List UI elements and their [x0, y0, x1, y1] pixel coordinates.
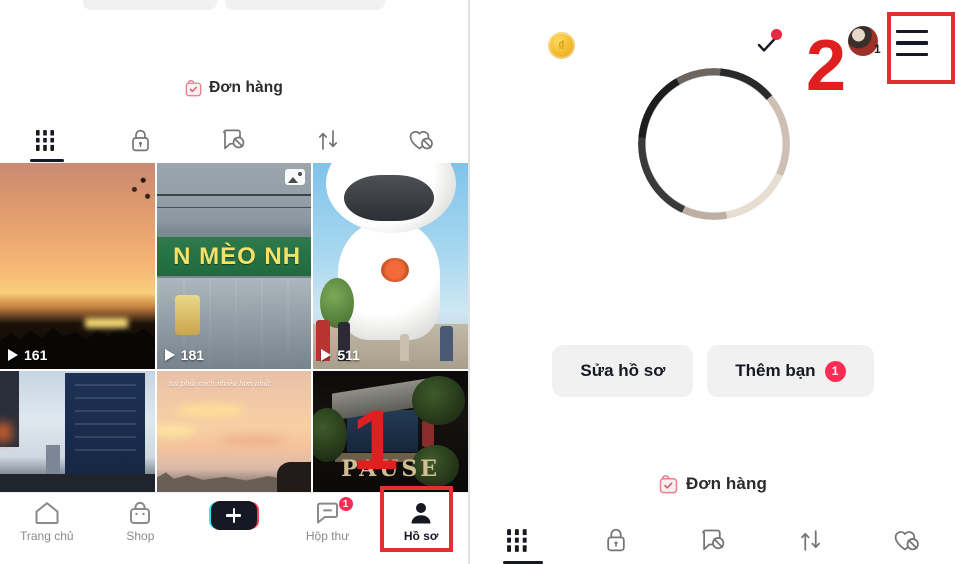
tagged-hidden-icon	[223, 129, 245, 150]
sidebar-item-liked-tab-right[interactable]	[859, 529, 956, 552]
grid-item-video-5[interactable]: tại phải cách nhiều hơn nhất	[156, 371, 312, 494]
annotation-box-2	[887, 12, 955, 84]
person-figure	[440, 325, 453, 361]
lock-icon	[132, 129, 149, 151]
nav-shop-label: Shop	[126, 529, 155, 543]
profile-action-buttons: Sửa hồ sơ Thêm bạn 1	[470, 345, 956, 397]
annotation-step-2: 2	[806, 26, 847, 106]
dark-corner	[277, 462, 312, 494]
gold-coin-icon[interactable]: ₫	[548, 32, 575, 59]
annotation-step-1: 1	[352, 393, 399, 487]
order-link-left[interactable]: Đơn hàng	[0, 78, 468, 97]
inbox-badge: 1	[337, 496, 354, 512]
play-icon	[321, 349, 332, 361]
add-friend-label: Thêm bạn	[735, 361, 816, 380]
sidebar-item-private-tab-right[interactable]	[567, 528, 664, 552]
cloud-decor	[218, 434, 287, 447]
sidebar-item-grid-tab[interactable]	[0, 118, 94, 162]
content-tabs-left	[0, 118, 468, 162]
grid-item-video-2[interactable]: N MÈO NH 181	[156, 163, 312, 369]
play-count: 181	[180, 347, 205, 363]
shopping-bag-check-icon	[185, 80, 202, 97]
edit-profile-label: Sửa hồ sơ	[580, 361, 666, 380]
thumbnail-art	[0, 163, 155, 369]
profile-avatar-ring[interactable]	[638, 68, 790, 220]
active-tab-underline	[30, 159, 64, 162]
repost-arrows-icon	[318, 130, 337, 150]
person-figure	[399, 334, 410, 361]
add-friend-button[interactable]: Thêm bạn 1	[707, 345, 874, 397]
checkmark-status[interactable]	[754, 29, 782, 58]
overlay-caption: tại phải cách nhiều hơn nhất	[169, 380, 271, 389]
play-count: 161	[24, 347, 48, 363]
shop-sign-text: N MÈO NH	[173, 242, 302, 270]
bag-icon	[130, 501, 151, 524]
shopping-bag-check-icon	[659, 475, 678, 494]
edit-profile-button[interactable]: Sửa hồ sơ	[552, 345, 694, 397]
repost-arrows-icon	[800, 529, 820, 551]
grid-item-video-1[interactable]: 161	[0, 163, 155, 369]
thumbnail-art: tại phải cách nhiều hơn nhất	[156, 371, 312, 494]
play-count-badge: 161	[8, 347, 47, 363]
mid-building	[46, 444, 61, 477]
tagged-hidden-icon	[701, 529, 724, 550]
cropped-button-left[interactable]	[83, 0, 217, 10]
photo-post-icon	[285, 169, 306, 185]
app-screenshot: Đơn hàng 161 N MÈO NH 181 511 tại phải c…	[0, 0, 956, 564]
sidebar-item-liked-tab[interactable]	[374, 118, 468, 162]
thumbnail-art: N MÈO NH	[156, 163, 312, 369]
home-icon	[35, 502, 59, 524]
plus-icon[interactable]	[210, 501, 257, 530]
order-link-label-right: Đơn hàng	[686, 473, 767, 493]
foliage-decor	[412, 375, 465, 426]
cloud-decor	[156, 425, 197, 438]
notification-dot	[771, 29, 782, 40]
nav-inbox-label: Hộp thư	[305, 529, 350, 543]
nav-shop[interactable]: Shop	[98, 501, 182, 543]
grid-item-video-4[interactable]	[0, 371, 155, 494]
nav-home-label: Trang chủ	[20, 529, 74, 543]
content-tabs-right	[470, 516, 956, 564]
cloud-decor	[175, 402, 247, 418]
avatar-count-label: 1	[874, 42, 881, 56]
sidebar-item-tagged-tab-right[interactable]	[664, 529, 761, 552]
annotation-box-1	[380, 486, 453, 552]
grid-bars-icon	[35, 129, 59, 151]
nav-create[interactable]	[192, 501, 276, 530]
right-phone-panel: ₫ 1 Sửa hồ sơ Thêm bạn 1 Đơn hàng	[470, 0, 956, 564]
heart-hidden-icon	[895, 530, 920, 550]
grid-item-video-3[interactable]: 511	[313, 163, 468, 369]
light-glow	[0, 422, 13, 443]
message-icon	[316, 502, 338, 524]
play-icon	[8, 349, 18, 361]
sidebar-item-tagged-tab[interactable]	[187, 118, 281, 162]
heart-hidden-icon	[409, 130, 433, 150]
nav-inbox[interactable]: 1 Hộp thư	[286, 496, 370, 543]
sidebar-item-private-tab[interactable]	[94, 118, 188, 162]
play-icon	[164, 349, 175, 361]
tree-branch-decor	[108, 171, 152, 217]
cropped-top-buttons	[0, 0, 468, 10]
play-count: 511	[337, 347, 360, 363]
grid-bars-icon	[506, 528, 532, 552]
shop-sign: N MÈO NH	[156, 237, 312, 277]
sidebar-item-reposts-tab[interactable]	[281, 118, 375, 162]
add-friend-badge: 1	[824, 360, 846, 382]
sidebar-item-grid-tab-right[interactable]	[470, 528, 567, 552]
thumbnail-art	[313, 163, 468, 369]
blue-tower	[64, 373, 146, 477]
cropped-button-right[interactable]	[225, 0, 385, 10]
sidebar-item-reposts-tab-right[interactable]	[762, 529, 859, 552]
thumbnail-art	[0, 371, 155, 494]
play-count-badge: 511	[321, 347, 360, 363]
order-link-label: Đơn hàng	[209, 78, 283, 96]
order-link-right[interactable]: Đơn hàng	[470, 473, 956, 494]
nav-home[interactable]: Trang chủ	[5, 501, 89, 543]
balloon-visor	[344, 175, 434, 221]
lock-icon	[607, 528, 625, 552]
play-count-badge: 181	[164, 347, 205, 363]
